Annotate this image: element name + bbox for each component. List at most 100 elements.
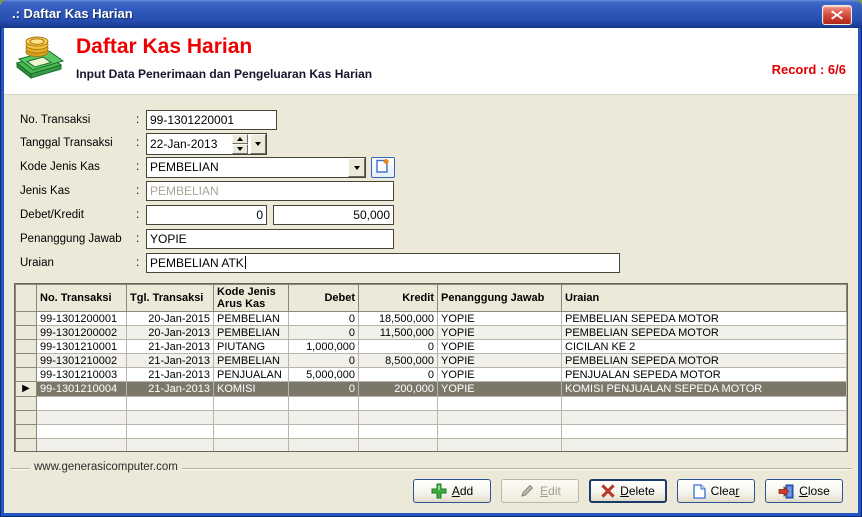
exit-door-icon (778, 484, 794, 499)
table-row[interactable]: 99-1301210001 21-Jan-2013 PIUTANG 1,000,… (16, 340, 847, 354)
add-icon (431, 483, 447, 499)
cell-kredit: 0 (359, 340, 438, 354)
window-close-button[interactable] (822, 5, 852, 25)
row-selector[interactable]: ▶ (16, 382, 37, 397)
no-transaksi-field[interactable]: 99-1301220001 (146, 110, 277, 130)
date-spinner (232, 134, 248, 154)
row-selector[interactable] (16, 312, 37, 326)
col-penanggung-jawab[interactable]: Penanggung Jawab (438, 285, 562, 312)
cell-pj: YOPIE (438, 368, 562, 382)
no-transaksi-label: No. Transaksi (20, 110, 90, 130)
cell-tgl: 20-Jan-2015 (127, 312, 214, 326)
spin-down-button[interactable] (232, 144, 248, 154)
col-kredit[interactable]: Kredit (359, 285, 438, 312)
jenis-kas-label: Jenis Kas (20, 181, 70, 201)
col-uraian[interactable]: Uraian (562, 285, 847, 312)
table-row-empty (16, 425, 847, 439)
new-document-icon (376, 158, 391, 178)
table-row[interactable]: 99-1301210002 21-Jan-2013 PEMBELIAN 0 8,… (16, 354, 847, 368)
cell-debet: 0 (289, 326, 359, 340)
cell-kredit: 0 (359, 368, 438, 382)
tanggal-field[interactable]: 22-Jan-2013 (146, 133, 267, 155)
cell-debet: 0 (289, 354, 359, 368)
cell-tgl: 21-Jan-2013 (127, 382, 214, 397)
uraian-field[interactable]: PEMBELIAN ATK (146, 253, 620, 273)
clear-button[interactable]: Clear (677, 479, 755, 503)
kredit-field[interactable]: 50,000 (273, 205, 394, 225)
record-counter: Record : 6/6 (772, 62, 846, 77)
combo-dropdown-button[interactable] (348, 158, 365, 177)
current-row-marker: ▶ (22, 383, 30, 394)
money-icon (13, 33, 65, 86)
app-window: .: Daftar Kas Harian (0, 0, 862, 517)
row-penanggung-jawab: Penanggung Jawab : YOPIE (0, 229, 862, 249)
delete-x-icon (601, 484, 615, 498)
kode-jenis-kas-value: PEMBELIAN (147, 158, 348, 177)
spin-up-button[interactable] (232, 134, 248, 144)
page-subtitle: Input Data Penerimaan dan Pengeluaran Ka… (76, 67, 372, 81)
row-kode-jenis-kas: Kode Jenis Kas : PEMBELIAN (0, 157, 862, 177)
table-row-empty (16, 397, 847, 411)
cell-uraian: PENJUALAN SEPEDA MOTOR (562, 368, 847, 382)
penanggung-jawab-field[interactable]: YOPIE (146, 229, 394, 249)
cell-no: 99-1301210004 (37, 382, 127, 397)
row-debet-kredit: Debet/Kredit : 0 50,000 (0, 205, 862, 225)
cell-uraian: KOMISI PENJUALAN SEPEDA MOTOR (562, 382, 847, 397)
tanggal-value: 22-Jan-2013 (147, 134, 232, 154)
cell-tgl: 20-Jan-2013 (127, 326, 214, 340)
separator: : (136, 253, 139, 273)
titlebar: .: Daftar Kas Harian (0, 0, 862, 28)
edit-button[interactable]: Edit (501, 479, 579, 503)
row-selector[interactable] (16, 354, 37, 368)
grid-header-row: No. Transaksi Tgl. Transaksi Kode JenisA… (16, 285, 847, 312)
delete-button[interactable]: Delete (589, 479, 667, 503)
penanggung-jawab-label: Penanggung Jawab (20, 229, 122, 249)
cell-tgl: 21-Jan-2013 (127, 368, 214, 382)
cell-kode: PIUTANG (214, 340, 289, 354)
table-row-selected[interactable]: ▶ 99-1301210004 21-Jan-2013 KOMISI 0 200… (16, 382, 847, 397)
add-button-label: Add (452, 484, 473, 498)
website-label: www.generasicomputer.com (30, 461, 182, 473)
cell-debet: 1,000,000 (289, 340, 359, 354)
clear-button-label: Clear (711, 484, 740, 498)
cell-tgl: 21-Jan-2013 (127, 340, 214, 354)
cell-kredit: 8,500,000 (359, 354, 438, 368)
table-row[interactable]: 99-1301200002 20-Jan-2013 PEMBELIAN 0 11… (16, 326, 847, 340)
col-debet[interactable]: Debet (289, 285, 359, 312)
col-tgl-transaksi[interactable]: Tgl. Transaksi (127, 285, 214, 312)
transactions-grid: No. Transaksi Tgl. Transaksi Kode JenisA… (14, 283, 848, 452)
cell-no: 99-1301210003 (37, 368, 127, 382)
row-selector[interactable] (16, 368, 37, 382)
cell-kredit: 200,000 (359, 382, 438, 397)
separator: : (136, 181, 139, 201)
table-row[interactable]: 99-1301200001 20-Jan-2015 PEMBELIAN 0 18… (16, 312, 847, 326)
jenis-kas-field: PEMBELIAN (146, 181, 394, 201)
table-row[interactable]: 99-1301210003 21-Jan-2013 PENJUALAN 5,00… (16, 368, 847, 382)
row-jenis-kas: Jenis Kas : PEMBELIAN (0, 181, 862, 201)
cell-uraian: CICILAN KE 2 (562, 340, 847, 354)
date-dropdown-button[interactable] (250, 134, 266, 154)
cell-no: 99-1301210002 (37, 354, 127, 368)
row-tanggal: Tanggal Transaksi : 22-Jan-2013 (0, 133, 862, 153)
add-button[interactable]: Add (413, 479, 491, 503)
close-button[interactable]: Close (765, 479, 843, 503)
separator: : (136, 229, 139, 249)
chevron-down-icon (354, 166, 360, 170)
new-kode-button[interactable] (371, 157, 395, 178)
chevron-down-icon (255, 142, 261, 146)
cell-kode: PEMBELIAN (214, 354, 289, 368)
page-title: Daftar Kas Harian (76, 35, 252, 59)
table-row-empty (16, 439, 847, 453)
row-selector-header (16, 285, 37, 312)
kode-jenis-kas-combobox[interactable]: PEMBELIAN (146, 157, 366, 178)
row-selector[interactable] (16, 340, 37, 354)
col-no-transaksi[interactable]: No. Transaksi (37, 285, 127, 312)
cell-pj: YOPIE (438, 326, 562, 340)
row-selector[interactable] (16, 326, 37, 340)
up-arrow-icon (237, 137, 243, 141)
cell-uraian: PEMBELIAN SEPEDA MOTOR (562, 354, 847, 368)
debet-field[interactable]: 0 (146, 205, 267, 225)
close-button-label: Close (799, 484, 830, 498)
col-kode-jenis[interactable]: Kode JenisArus Kas (214, 285, 289, 312)
cell-kode: PEMBELIAN (214, 326, 289, 340)
